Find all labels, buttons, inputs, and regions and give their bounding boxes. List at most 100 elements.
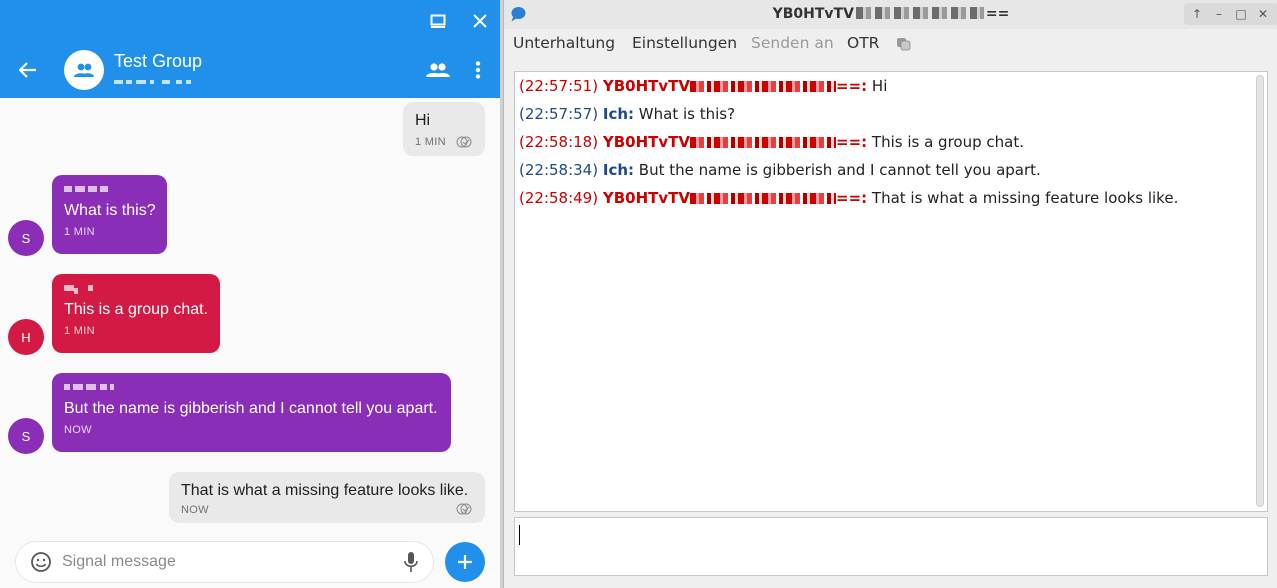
menu-unterhaltung[interactable]: Unterhaltung — [513, 34, 615, 52]
title-redacted — [855, 7, 984, 19]
conversation-header: Test Group — [0, 42, 500, 98]
people-icon — [426, 63, 450, 77]
message-time: NOW — [64, 424, 92, 436]
nick-redacted — [690, 81, 836, 92]
back-button[interactable] — [12, 54, 44, 86]
message-outgoing[interactable]: Hi 1 MIN — [403, 102, 485, 156]
message-time: 1 MIN — [64, 226, 95, 238]
minimize-icon: – — [1216, 7, 1222, 21]
message-list[interactable]: Hi 1 MIN S What is this? 1 MIN H This is… — [0, 98, 500, 528]
message-incoming[interactable]: But the name is gibberish and I cannot t… — [52, 373, 451, 452]
timestamp: (22:58:34) — [519, 161, 599, 179]
group-icon — [74, 63, 94, 77]
nick: YB0HTvTV ==: — [603, 77, 867, 95]
nick-suffix: ==: — [836, 77, 868, 95]
message-composer — [16, 542, 433, 582]
nick: Ich: — [602, 161, 635, 179]
message-text: What is this? — [638, 105, 736, 123]
nick-prefix: YB0HTvTV — [602, 77, 690, 95]
close-button[interactable]: ✕ — [1254, 5, 1272, 23]
nick-redacted — [690, 193, 836, 204]
sender-name-redacted — [64, 382, 439, 392]
message-text: What is this? — [64, 202, 156, 219]
menu-otr[interactable]: OTR — [847, 34, 879, 52]
maximize-button[interactable]: □ — [1232, 5, 1250, 23]
timestamp: (22:57:57) — [519, 105, 599, 123]
message-input[interactable] — [62, 542, 392, 582]
pidgin-titlebar: YB0HTvTV == ↑ – □ ✕ — [504, 0, 1277, 29]
attach-button[interactable] — [445, 542, 485, 582]
minimize-button[interactable]: – — [1210, 5, 1228, 23]
nick-suffix: ==: — [836, 133, 868, 151]
microphone-icon[interactable] — [403, 551, 419, 573]
log-scrollbar[interactable] — [1256, 75, 1264, 507]
message-entry[interactable] — [514, 517, 1268, 576]
maximize-icon — [430, 14, 446, 28]
message-text: Hi — [415, 112, 431, 129]
log-line: (22:58:34) Ich: But the name is gibberis… — [519, 161, 1041, 179]
maximize-button[interactable] — [423, 6, 453, 36]
signal-titlebar — [0, 0, 500, 42]
message-incoming[interactable]: What is this? 1 MIN — [52, 175, 167, 254]
message-text: But the name is gibberish and I cannot t… — [64, 400, 438, 417]
delivered-icon — [456, 503, 472, 515]
message-text: That is what a missing feature looks lik… — [181, 482, 469, 499]
close-icon: ✕ — [1257, 7, 1269, 21]
nick: YB0HTvTV ==: — [603, 189, 867, 207]
message-text: That is what a missing feature looks lik… — [871, 189, 1179, 207]
arrow-left-icon — [19, 62, 36, 78]
group-title[interactable]: Test Group — [114, 51, 202, 72]
delivered-icon — [456, 136, 472, 148]
message-text: This is a group chat. — [871, 133, 1024, 151]
group-avatar[interactable] — [64, 50, 104, 90]
nick: Ich: — [602, 105, 635, 123]
message-text: But the name is gibberish and I cannot t… — [638, 161, 1041, 179]
timestamp: (22:58:49) — [519, 189, 599, 207]
menu-bar: Unterhaltung Einstellungen Senden an OTR — [504, 29, 1277, 57]
group-members-button[interactable] — [424, 56, 452, 84]
group-members-redacted — [114, 76, 194, 88]
nick-suffix: ==: — [836, 189, 868, 207]
keep-above-button[interactable]: ↑ — [1188, 5, 1206, 23]
avatar[interactable]: H — [8, 319, 44, 355]
window-title: YB0HTvTV == — [504, 6, 1277, 22]
message-time: 1 MIN — [64, 325, 95, 337]
message-incoming[interactable]: This is a group chat. 1 MIN — [52, 274, 220, 353]
log-line: (22:58:18) YB0HTvTV ==: This is a group c… — [519, 133, 1024, 151]
emoji-icon[interactable] — [30, 551, 52, 573]
pidgin-window: YB0HTvTV == ↑ – □ ✕ Unterhaltung Einstell… — [503, 0, 1277, 588]
message-text: This is a group chat. — [64, 301, 209, 318]
conversation-log[interactable]: (22:57:51) YB0HTvTV ==: Hi (22:57:57) Ich… — [514, 71, 1268, 512]
signal-window: Test Group Hi 1 MIN S What is this? 1 MI… — [0, 0, 500, 588]
nick-redacted — [690, 137, 836, 148]
text-caret — [519, 525, 520, 545]
otr-status-icon[interactable] — [895, 35, 911, 51]
more-options-button[interactable] — [466, 56, 490, 84]
maximize-icon: □ — [1235, 7, 1247, 21]
title-suffix: == — [985, 6, 1010, 22]
close-icon — [473, 14, 487, 28]
close-button[interactable] — [465, 6, 495, 36]
sender-name-redacted — [64, 283, 208, 294]
message-outgoing[interactable]: That is what a missing feature looks lik… — [169, 472, 485, 523]
avatar[interactable]: S — [8, 418, 44, 454]
plus-icon — [458, 555, 472, 569]
nick-prefix: YB0HTvTV — [602, 133, 690, 151]
sender-name-redacted — [64, 184, 155, 194]
arrow-up-icon: ↑ — [1191, 7, 1203, 21]
log-line: (22:57:57) Ich: What is this? — [519, 105, 735, 123]
menu-senden-an: Senden an — [751, 34, 834, 52]
nick-prefix: YB0HTvTV — [602, 189, 690, 207]
message-entry-input[interactable] — [515, 518, 1267, 575]
timestamp: (22:58:18) — [519, 133, 599, 151]
more-vert-icon — [475, 61, 481, 79]
title-prefix: YB0HTvTV — [772, 6, 854, 22]
timestamp: (22:57:51) — [519, 77, 599, 95]
avatar[interactable]: S — [8, 220, 44, 256]
menu-einstellungen[interactable]: Einstellungen — [632, 34, 737, 52]
message-time: NOW — [181, 504, 209, 516]
window-controls: ↑ – □ ✕ — [1184, 3, 1277, 25]
nick: YB0HTvTV ==: — [603, 133, 867, 151]
message-text: Hi — [871, 77, 888, 95]
log-line: (22:57:51) YB0HTvTV ==: Hi — [519, 77, 887, 95]
